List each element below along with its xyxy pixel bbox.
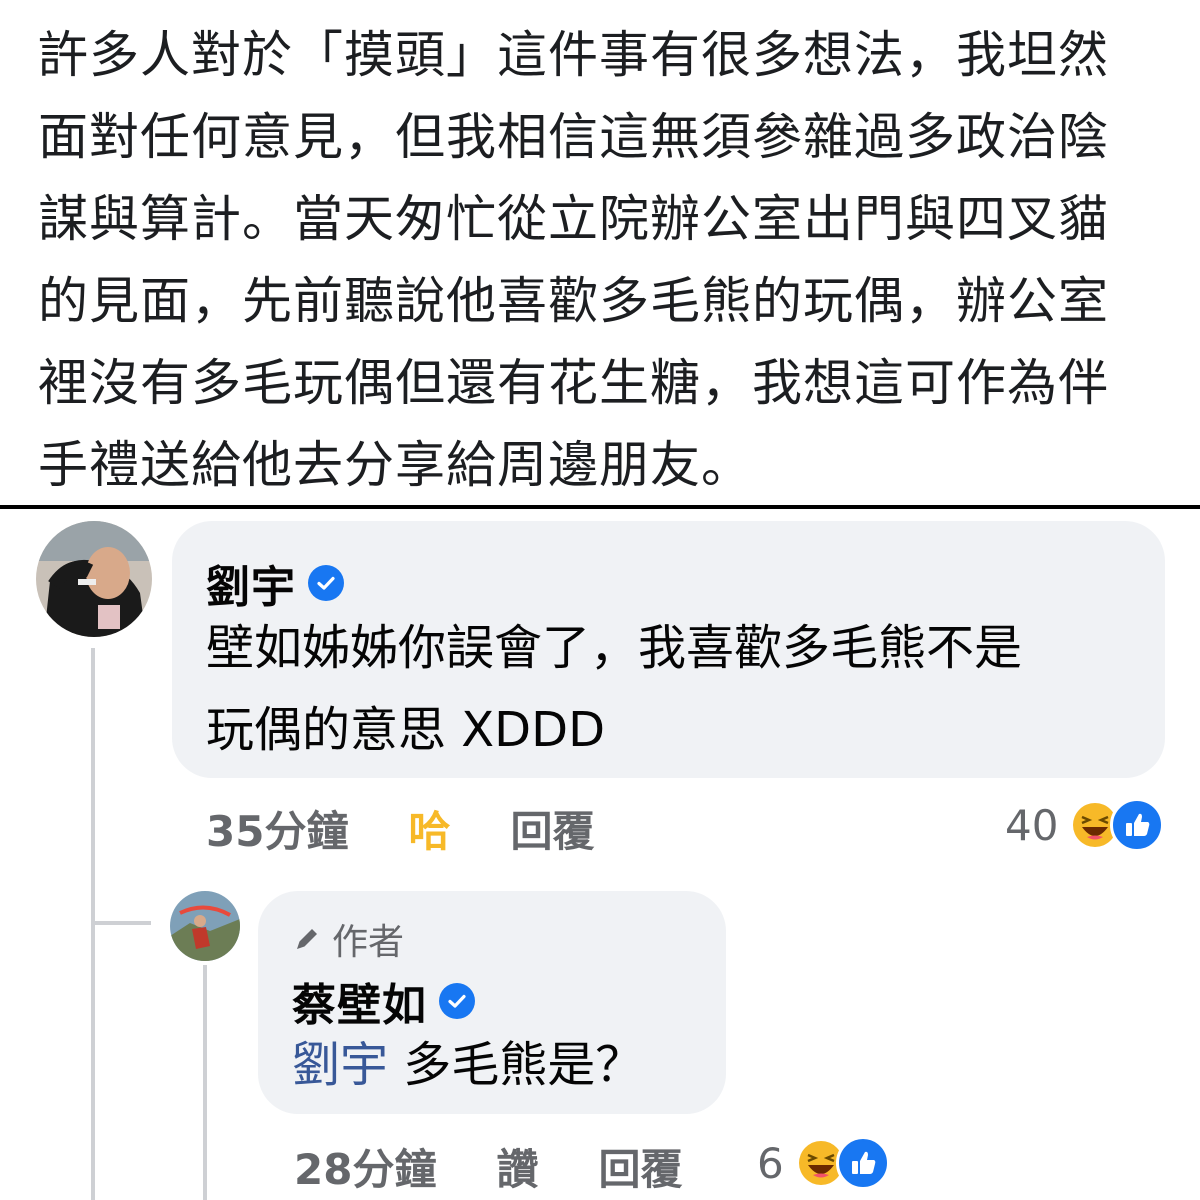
reply-button[interactable]: 回覆 (510, 798, 594, 859)
reaction-count: 40 (1005, 800, 1059, 850)
comment-text: 劉宇 多毛熊是？ (292, 1024, 643, 1106)
comment-time[interactable]: 28分鐘 (294, 1136, 436, 1197)
reply-bubble: 作者 蔡壁如 劉宇 多毛熊是？ (258, 891, 726, 1114)
avatar[interactable] (36, 521, 152, 637)
reaction-summary[interactable]: 6 (757, 1136, 890, 1190)
like-icon (1110, 798, 1165, 852)
comment-bubble: 劉宇 壁如姊姊你誤會了，我喜歡多毛熊不是 玩偶的意思 XDDD (172, 521, 1165, 778)
divider (0, 505, 1200, 509)
reaction-summary[interactable]: 40 (1005, 798, 1165, 852)
verified-badge-icon (439, 983, 475, 1019)
like-icon (835, 1136, 890, 1190)
comment-text: 壁如姊姊你誤會了，我喜歡多毛熊不是 玩偶的意思 XDDD (206, 620, 1023, 758)
avatar[interactable] (170, 891, 240, 961)
author-badge: 作者 (332, 922, 405, 963)
comment-time[interactable]: 35分鐘 (206, 798, 348, 859)
reply-thread-line (203, 965, 207, 1200)
reaction-count: 6 (757, 1138, 784, 1188)
verified-badge-icon (308, 565, 344, 601)
thread-branch-line (91, 921, 151, 925)
pen-icon (292, 924, 322, 954)
reply-button[interactable]: 回覆 (598, 1136, 682, 1197)
comment-meta: 28分鐘 讚 回覆 (294, 1136, 682, 1197)
post-text: 許多人對於「摸頭」這件事有很多想法，我坦然 面對任何意見，但我相信這無須參雜過多… (38, 26, 1109, 494)
like-button[interactable]: 讚 (496, 1136, 538, 1197)
comment-author[interactable]: 劉宇 (206, 551, 296, 615)
mention-link[interactable]: 劉宇 (292, 1037, 388, 1093)
haha-reaction-button[interactable]: 哈 (408, 798, 450, 859)
comment-meta: 35分鐘 哈 回覆 (206, 798, 594, 859)
comment-body: 多毛熊是？ (388, 1037, 644, 1093)
